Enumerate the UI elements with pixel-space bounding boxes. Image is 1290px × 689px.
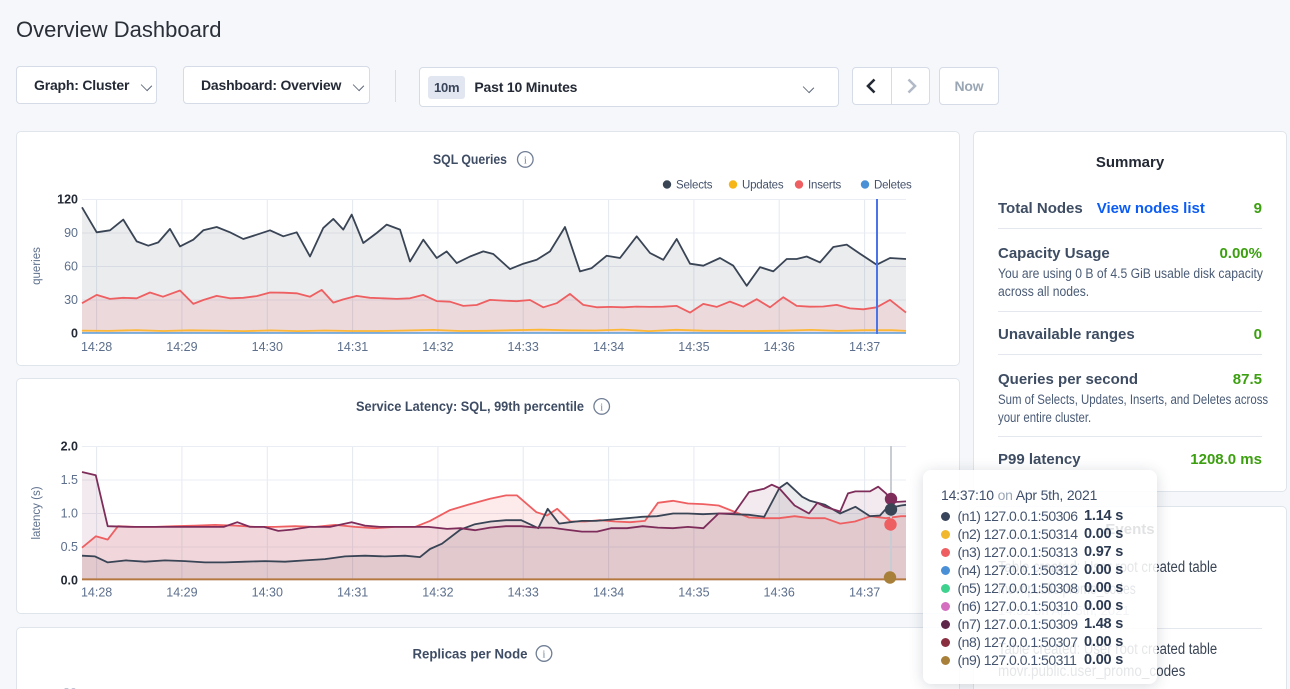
svg-text:14:33: 14:33: [508, 340, 539, 354]
svg-text:1.5: 1.5: [61, 473, 78, 487]
svg-text:14:36: 14:36: [764, 340, 795, 354]
svg-text:14:32: 14:32: [422, 340, 453, 354]
svg-text:Service Latency: SQL, 99th per: Service Latency: SQL, 99th percentile: [356, 399, 584, 414]
svg-text:14:29: 14:29: [166, 586, 197, 600]
svg-text:14:28: 14:28: [81, 586, 112, 600]
svg-text:Deletes: Deletes: [874, 180, 912, 192]
svg-text:i: i: [524, 155, 527, 166]
svg-text:Replicas per Node: Replicas per Node: [413, 646, 528, 661]
svg-text:30: 30: [64, 293, 78, 307]
svg-text:latency (s): latency (s): [31, 486, 43, 539]
svg-text:0: 0: [71, 327, 78, 341]
svg-text:14:35: 14:35: [678, 586, 709, 600]
svg-text:14:33: 14:33: [508, 586, 539, 600]
svg-text:2.0: 2.0: [61, 440, 78, 454]
svg-text:1.0: 1.0: [61, 507, 78, 521]
svg-text:14:34: 14:34: [593, 586, 624, 600]
svg-text:120: 120: [57, 193, 78, 207]
svg-text:14:30: 14:30: [252, 586, 283, 600]
svg-text:14:31: 14:31: [337, 340, 368, 354]
svg-text:Selects: Selects: [676, 180, 713, 192]
svg-text:Inserts: Inserts: [808, 180, 842, 192]
svg-text:14:37: 14:37: [849, 586, 880, 600]
svg-text:14:31: 14:31: [337, 586, 368, 600]
svg-text:14:32: 14:32: [422, 586, 453, 600]
svg-text:14:35: 14:35: [678, 340, 709, 354]
svg-text:90: 90: [64, 226, 78, 240]
svg-text:queries: queries: [31, 247, 43, 285]
svg-text:SQL Queries: SQL Queries: [433, 152, 507, 167]
svg-text:14:37: 14:37: [849, 340, 880, 354]
svg-text:14:34: 14:34: [593, 340, 624, 354]
svg-text:60: 60: [64, 260, 78, 274]
svg-text:i: i: [600, 402, 603, 413]
svg-text:0.0: 0.0: [61, 574, 78, 588]
svg-text:14:30: 14:30: [252, 340, 283, 354]
svg-text:14:28: 14:28: [81, 340, 112, 354]
svg-text:i: i: [543, 649, 546, 660]
svg-text:14:36: 14:36: [764, 586, 795, 600]
svg-text:14:29: 14:29: [166, 340, 197, 354]
svg-text:Updates: Updates: [742, 180, 784, 192]
svg-text:0.5: 0.5: [61, 540, 78, 554]
